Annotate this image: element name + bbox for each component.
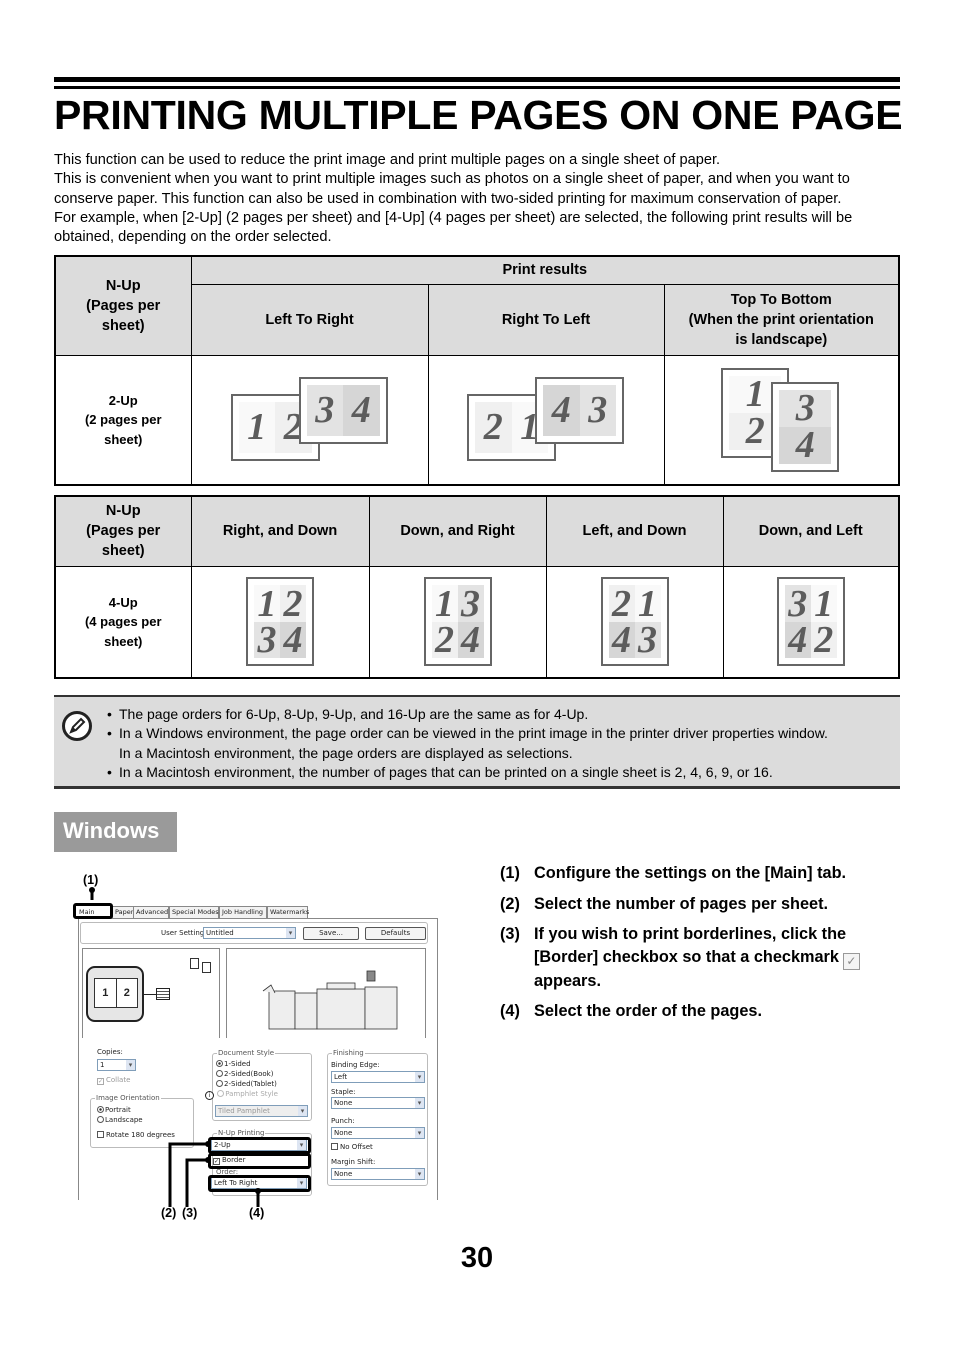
callout-2: (2) <box>161 1206 177 1220</box>
page-number: 30 <box>460 1242 494 1274</box>
callout-lines <box>89 887 261 1207</box>
callout-3: (3) <box>182 1206 198 1220</box>
callout-1: (1) <box>83 873 99 887</box>
callout-4: (4) <box>249 1206 265 1220</box>
manual-page: PRINTING MULTIPLE PAGES ON ONE PAGE This… <box>0 0 954 1351</box>
